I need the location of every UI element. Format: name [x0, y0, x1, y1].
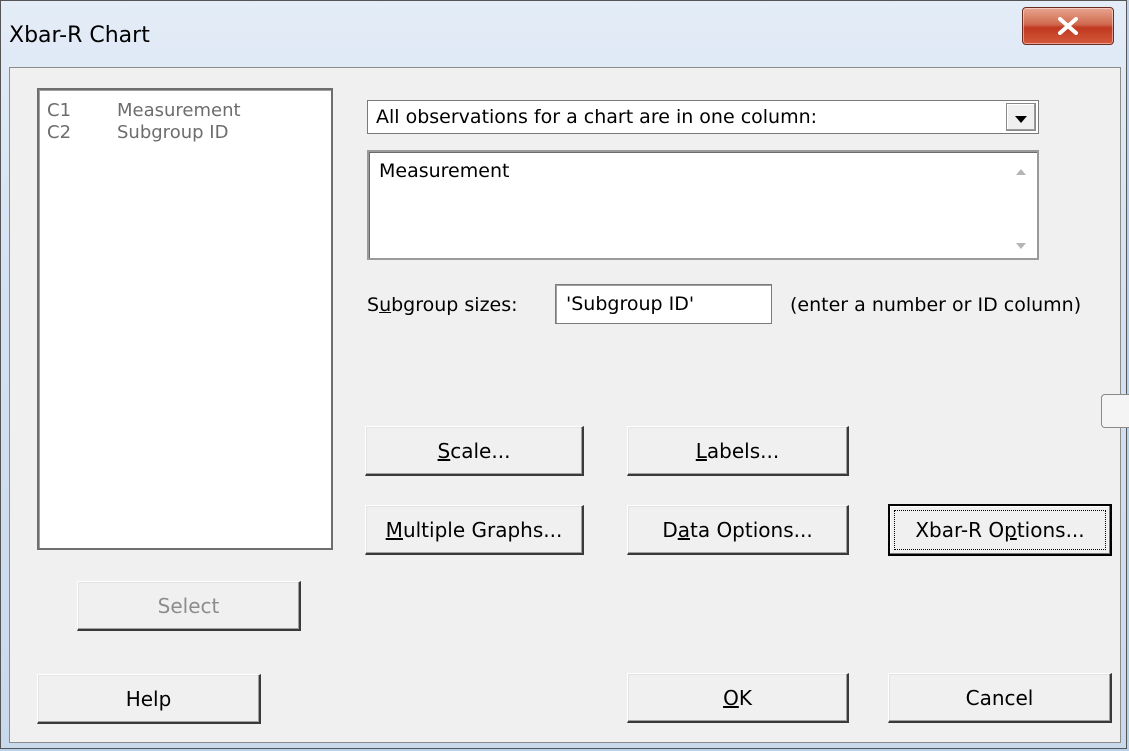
- scroll-up-icon: [1016, 156, 1026, 180]
- data-options-button[interactable]: Data Options...: [627, 505, 849, 555]
- variable-column-id: C1: [47, 100, 72, 121]
- ok-button[interactable]: OK: [627, 673, 849, 723]
- subgroup-sizes-value: 'Subgroup ID': [566, 293, 695, 315]
- xbar-r-options-button[interactable]: Xbar-R Options...: [888, 504, 1112, 556]
- cancel-button[interactable]: Cancel: [888, 673, 1112, 723]
- subgroup-sizes-input[interactable]: 'Subgroup ID': [555, 284, 772, 324]
- title-bar[interactable]: Xbar-R Chart: [1, 1, 1126, 69]
- textarea-scrollbar[interactable]: [1007, 154, 1035, 256]
- scroll-down-icon: [1016, 230, 1026, 254]
- dialog-window: Xbar-R Chart C1 Measurement C2 Subgroup …: [0, 0, 1129, 749]
- variable-column-id: C2: [47, 122, 72, 143]
- subgroup-sizes-hint: (enter a number or ID column): [790, 294, 1082, 316]
- variable-column-name: Subgroup ID: [117, 122, 229, 143]
- variable-column-name: Measurement: [117, 100, 241, 121]
- scroll-up-button[interactable]: [1007, 154, 1035, 182]
- variables-input[interactable]: Measurement: [367, 150, 1039, 260]
- scale-button[interactable]: Scale...: [365, 426, 584, 476]
- dialog-client-area: C1 Measurement C2 Subgroup ID All observ…: [9, 67, 1129, 743]
- close-icon: [1057, 17, 1079, 35]
- labels-button[interactable]: Labels...: [627, 426, 849, 476]
- subgroup-sizes-label: Subgroup sizes:: [367, 294, 518, 316]
- scroll-down-button[interactable]: [1007, 228, 1035, 256]
- chevron-down-icon: [1015, 105, 1027, 129]
- dropdown-selected-value: All observations for a chart are in one …: [376, 106, 818, 128]
- close-button[interactable]: [1022, 7, 1114, 45]
- variable-list[interactable]: C1 Measurement C2 Subgroup ID: [37, 88, 333, 550]
- variables-input-value: Measurement: [379, 160, 510, 182]
- dialog-edge-tab[interactable]: [1101, 394, 1129, 428]
- multiple-graphs-button[interactable]: Multiple Graphs...: [365, 505, 584, 555]
- dropdown-arrow-button[interactable]: [1006, 103, 1036, 131]
- help-button[interactable]: Help: [37, 674, 261, 724]
- select-button[interactable]: Select: [77, 581, 301, 631]
- data-arrangement-dropdown[interactable]: All observations for a chart are in one …: [367, 100, 1039, 134]
- window-title: Xbar-R Chart: [9, 23, 150, 48]
